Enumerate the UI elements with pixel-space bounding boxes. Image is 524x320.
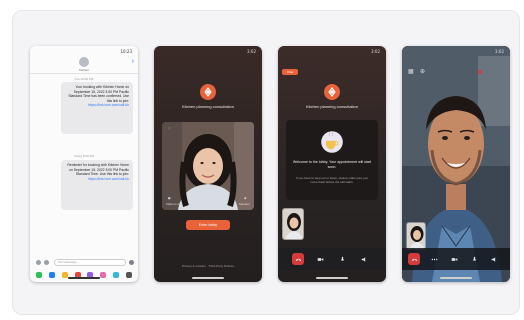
chevron-right-icon[interactable]: › — [132, 58, 134, 65]
audio-icon[interactable] — [129, 260, 134, 265]
camera-toggle-button[interactable] — [448, 253, 460, 265]
status-time: 3:02 — [371, 49, 380, 54]
self-view-thumbnail[interactable] — [406, 222, 426, 250]
self-preview: ◼ Video is on ● Mic is on ◀ Speaker ◌ — [162, 122, 254, 210]
mic-label: Mic is on — [198, 202, 210, 206]
avatar[interactable] — [79, 57, 89, 67]
coffee-cup-icon — [321, 131, 343, 153]
contact-name: Kitchen — [78, 68, 89, 72]
phone-in-call: 3:02 ▦ ⊕ — [402, 46, 510, 282]
status-bar: 3:02 — [278, 49, 386, 55]
messages-header: Kitchen › — [30, 54, 138, 74]
home-indicator — [192, 277, 224, 279]
welcome-card: Welcome to the lobby. Your appointment w… — [286, 120, 378, 200]
camera-toggle-button[interactable] — [314, 253, 326, 265]
speaker-toggle-button[interactable] — [488, 253, 500, 265]
home-indicator — [316, 277, 348, 279]
phone-messages: 10:23 Kitchen › Tue 10:00 PM Your bookin… — [30, 46, 138, 282]
app-icon[interactable] — [36, 272, 43, 278]
mic-icon[interactable]: ● — [204, 196, 206, 200]
message-link[interactable]: https://link.hcm.com/call-kh — [65, 177, 129, 182]
phone-lobby: 3:02 Kitchen planning consultation ◼ Vid… — [154, 46, 262, 282]
end-call-button[interactable] — [408, 253, 420, 265]
message-link[interactable]: https://link.hcm.com/call-kh — [65, 103, 129, 108]
welcome-message: Welcome to the lobby. Your appointment w… — [292, 160, 372, 169]
timestamp: Tue 10:00 PM — [74, 77, 94, 81]
phone-waiting: 3:02 Chat Kitchen planning consultation … — [278, 46, 386, 282]
end-call-button[interactable] — [292, 253, 304, 265]
compose-bar: Text Message — [30, 258, 138, 268]
call-controls — [278, 248, 386, 270]
zoom-icon[interactable]: ⊕ — [420, 68, 425, 75]
message-text: Reminder for booking with Kitchen Home o… — [67, 163, 129, 177]
welcome-note: If you have to step out or leave, please… — [295, 176, 369, 184]
call-controls — [402, 248, 510, 270]
home-indicator — [68, 277, 100, 279]
message-bubble: Reminder for booking with Kitchen Home o… — [61, 160, 133, 210]
message-text: Your booking with Kitchen Home on Septem… — [68, 85, 129, 103]
chat-badge[interactable]: Chat — [282, 69, 298, 75]
speaker-label: Speaker — [238, 202, 250, 206]
app-icon[interactable] — [61, 272, 68, 278]
camera-icon[interactable] — [36, 260, 41, 265]
message-input[interactable]: Text Message — [54, 259, 126, 266]
footer-links[interactable]: Privacy & cookies · Third-Party Notices — [154, 264, 262, 268]
speaker-toggle-button[interactable] — [358, 253, 370, 265]
status-time: 3:02 — [495, 49, 504, 54]
app-icon[interactable] — [112, 272, 119, 278]
brand-logo-icon — [324, 84, 340, 100]
app-icon[interactable] — [100, 272, 107, 278]
mic-toggle-button[interactable] — [336, 253, 348, 265]
home-indicator — [440, 277, 472, 279]
status-time: 3:02 — [247, 49, 256, 54]
meeting-title: Kitchen planning consultation — [305, 104, 359, 109]
blur-icon[interactable]: ◌ — [168, 126, 171, 132]
timestamp: Today 8:00 AM — [74, 154, 94, 158]
video-label: Video is on — [166, 202, 181, 206]
mic-toggle-button[interactable] — [468, 253, 480, 265]
enter-lobby-button[interactable]: Enter lobby — [186, 220, 230, 230]
message-bubble: Your booking with Kitchen Home on Septem… — [61, 82, 133, 134]
woman-portrait — [162, 122, 254, 210]
layout-icon[interactable]: ▦ — [408, 68, 414, 75]
speaker-icon[interactable]: ◀ — [244, 196, 246, 200]
app-icon[interactable] — [49, 272, 56, 278]
status-bar: 3:02 — [402, 49, 510, 55]
self-view-thumbnail[interactable] — [282, 208, 304, 240]
apps-icon[interactable] — [44, 260, 49, 265]
brand-logo-icon — [200, 84, 216, 100]
status-bar: 3:02 — [154, 49, 262, 55]
video-icon[interactable]: ◼ — [168, 196, 171, 200]
meeting-title: Kitchen planning consultation — [181, 104, 235, 109]
app-icon[interactable] — [125, 272, 132, 278]
recording-dot — [478, 70, 482, 74]
more-icon[interactable] — [428, 253, 440, 265]
